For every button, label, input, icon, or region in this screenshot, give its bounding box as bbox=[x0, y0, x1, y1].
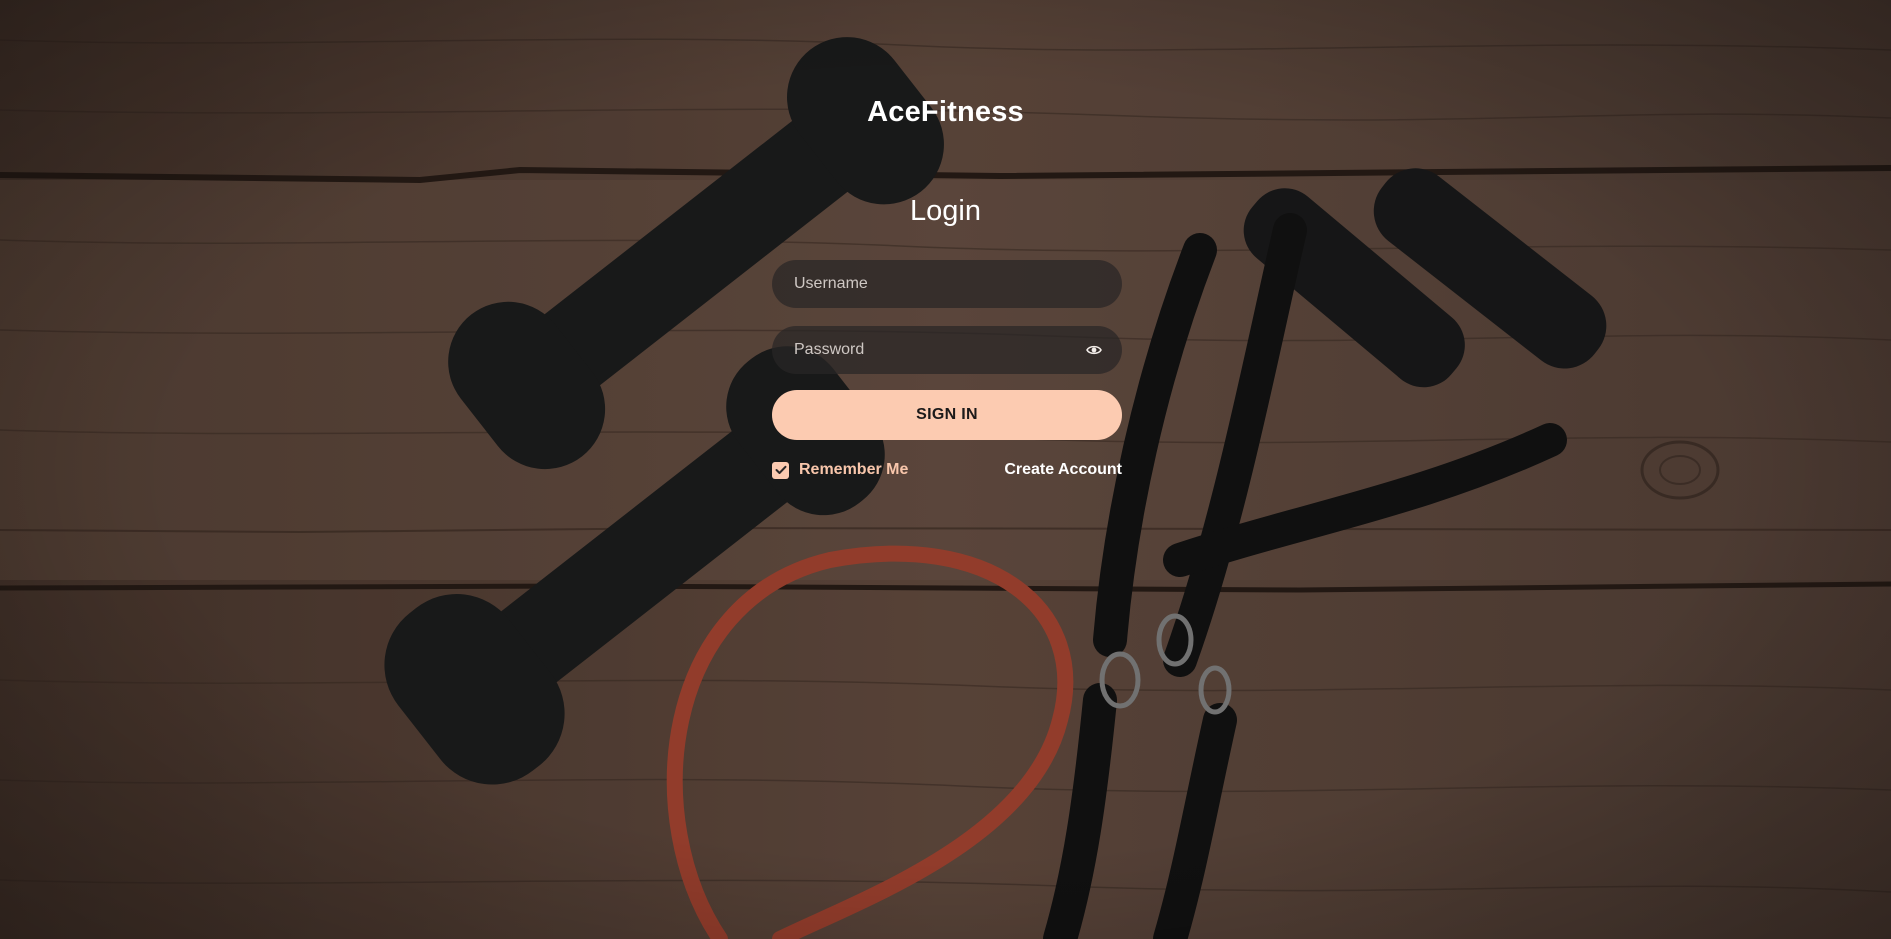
login-page: AceFitness Login SIGN IN Remember Me Cre… bbox=[0, 0, 1891, 939]
password-field[interactable] bbox=[772, 326, 1122, 374]
login-heading: Login bbox=[910, 195, 981, 227]
login-options-row: Remember Me Create Account bbox=[772, 460, 1122, 480]
create-account-link[interactable]: Create Account bbox=[1004, 461, 1122, 479]
password-input[interactable] bbox=[792, 340, 1080, 360]
brand-title: AceFitness bbox=[867, 96, 1024, 128]
sign-in-button[interactable]: SIGN IN bbox=[772, 390, 1122, 440]
checkmark-icon[interactable] bbox=[772, 461, 789, 479]
username-input[interactable] bbox=[792, 274, 1102, 294]
remember-me-label: Remember Me bbox=[799, 461, 909, 478]
eye-icon[interactable] bbox=[1085, 344, 1102, 356]
remember-me-checkbox[interactable]: Remember Me bbox=[772, 461, 908, 479]
username-field[interactable] bbox=[772, 260, 1122, 308]
